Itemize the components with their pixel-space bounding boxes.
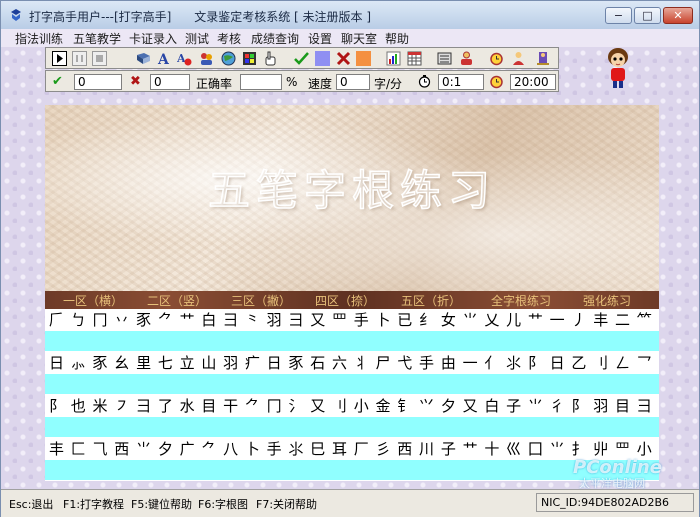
menu-help[interactable]: 帮助	[385, 30, 409, 47]
practice-input-line-1[interactable]	[45, 331, 659, 351]
maximize-button[interactable]: □	[634, 7, 661, 24]
practice-prompt-line-1: 𠂆 ㄅ 冂 丷 豕 ⺈ 艹 白 ⺕ ⺀ 羽 彐 又 罒 手 卜 已 纟 女 ⺌ …	[49, 311, 659, 329]
menu-test[interactable]: 测试	[185, 30, 209, 47]
speed-unit: 字/分	[374, 77, 403, 91]
time-limit-field: 20:00	[510, 74, 556, 90]
banner-image: 五笔字根练习	[45, 105, 659, 291]
svg-text:A: A	[177, 52, 186, 65]
wrong-count-field: 0	[150, 74, 190, 90]
app-logo-icon	[11, 9, 21, 21]
cross-icon[interactable]	[336, 51, 351, 66]
speed-label: 速度	[308, 77, 333, 91]
status-bar: Esc:退出 F1:打字教程 F5:键位帮助 F6:字根图 F7:关闭帮助 NI…	[1, 489, 699, 517]
stop-icon[interactable]	[92, 51, 107, 66]
play-icon[interactable]	[52, 51, 67, 66]
accuracy-field	[240, 74, 282, 90]
bar-chart-icon[interactable]	[386, 51, 401, 66]
menu-exam[interactable]: 考核	[217, 30, 241, 47]
alarm-clock-icon[interactable]	[489, 51, 504, 66]
accuracy-label: 正确率	[196, 77, 233, 91]
film-icon[interactable]	[242, 51, 257, 66]
tab-all-radicals-practice[interactable]: 全字根练习	[491, 292, 551, 309]
menu-score-query[interactable]: 成绩查询	[251, 30, 299, 47]
people-icon[interactable]	[199, 51, 214, 66]
practice-input-line-2[interactable]	[45, 374, 659, 394]
menu-wubi-teaching[interactable]: 五笔教学	[73, 30, 121, 47]
status-nic-id: NIC_ID:94DE802AD2B6	[536, 493, 694, 512]
practice-input-line-4[interactable]	[45, 460, 659, 480]
menu-bar: 指法训练 五笔教学 卡证录入 测试 考核 成绩查询 设置 聊天室 帮助	[1, 29, 699, 47]
close-button[interactable]: ✕	[663, 7, 693, 24]
users-icon[interactable]	[459, 51, 474, 66]
text-settings-icon[interactable]: A	[177, 51, 192, 66]
practice-area: 𠂆 ㄅ 冂 丷 豕 ⺈ 艹 白 ⺕ ⺀ 羽 彐 又 罒 手 卜 已 纟 女 ⺌ …	[45, 309, 659, 481]
maximize-icon: □	[642, 9, 653, 22]
minimize-button[interactable]: −	[605, 7, 632, 24]
close-icon: ✕	[673, 9, 683, 22]
menu-fingering-training[interactable]: 指法训练	[15, 30, 63, 47]
mascot-avatar	[608, 48, 628, 88]
tab-zone-4-right-falling[interactable]: 四区（捺）	[315, 292, 375, 309]
tab-intensive-practice[interactable]: 强化练习	[583, 292, 631, 309]
menu-settings[interactable]: 设置	[308, 30, 332, 47]
app-window: 打字高手用户---[打字高手] 文录鉴定考核系统 [ 未注册版本 ] − □ ✕…	[0, 0, 700, 517]
tab-zone-3-left-falling[interactable]: 三区（撇）	[231, 292, 291, 309]
status-esc-exit: Esc:退出	[9, 498, 54, 511]
banner-title: 五笔字根练习	[207, 165, 496, 216]
svg-text:A: A	[157, 52, 170, 66]
percent-unit: %	[286, 75, 298, 89]
keyboard-icon[interactable]	[437, 51, 452, 66]
orange-square-icon[interactable]	[356, 51, 371, 66]
minimize-icon: −	[613, 9, 624, 22]
stats-bar: ✔ 0 ✖ 0 正确率 % 速度 0 字/分 0:1 20:00	[45, 70, 559, 92]
menu-chat-room[interactable]: 聊天室	[341, 30, 377, 47]
practice-prompt-line-4: 丰 匚 ⺄ 西 ⺌ 夕 广 ⺈ 八 卜 手 ⺢ 巳 耳 厂 彡 西 川 子 艹 …	[49, 440, 659, 458]
alarm-clock-icon	[490, 75, 503, 89]
title-bar: 打字高手用户---[打字高手] 文录鉴定考核系统 [ 未注册版本 ] − □ ✕	[1, 1, 699, 30]
timer-icon	[418, 75, 431, 88]
zone-tab-bar: 一区（横） 二区（竖） 三区（撇） 四区（捺） 五区（折） 全字根练习 强化练习	[45, 291, 659, 309]
wrong-cross-icon: ✖	[130, 74, 141, 89]
blue-square-icon[interactable]	[315, 51, 330, 66]
practice-input-line-3[interactable]	[45, 417, 659, 437]
speed-field: 0	[336, 74, 370, 90]
menu-card-entry[interactable]: 卡证录入	[129, 30, 177, 47]
font-icon[interactable]: A	[157, 51, 172, 66]
hand-pointer-icon[interactable]	[263, 51, 278, 66]
window-title: 打字高手用户---[打字高手] 文录鉴定考核系统 [ 未注册版本 ]	[29, 10, 372, 24]
toolbar: A A	[45, 47, 559, 69]
status-f1-tutorial: F1:打字教程	[63, 498, 125, 511]
status-f6-radical-chart: F6:字根图	[198, 498, 249, 511]
tab-zone-1-horizontal[interactable]: 一区（横）	[63, 292, 123, 309]
person-icon[interactable]	[511, 51, 526, 66]
tab-zone-2-vertical[interactable]: 二区（竖）	[147, 292, 207, 309]
checkmark-icon[interactable]	[294, 51, 309, 66]
status-f5-key-help: F5:键位帮助	[131, 498, 193, 511]
practice-prompt-line-2: 日 ⺗ 豕 ⺓ 里 七 立 山 羽 疒 日 豕 石 六 丬 尸 弋 手 由 一 …	[49, 354, 659, 372]
book-icon[interactable]	[136, 51, 151, 66]
status-f7-close-help: F7:关闭帮助	[256, 498, 318, 511]
pause-icon[interactable]	[72, 51, 87, 66]
practice-prompt-line-3: 阝 也 米 ㇇ ⺕ 了 水 目 干 ⺈ 冂 氵 又 刂 小 金 钅 ⺍ 夕 又 …	[49, 397, 659, 415]
globe-icon[interactable]	[221, 51, 236, 66]
correct-check-icon: ✔	[52, 74, 63, 89]
correct-count-field: 0	[74, 74, 122, 90]
elapsed-time-field: 0:1	[438, 74, 484, 90]
exit-icon[interactable]	[536, 51, 551, 66]
table-icon[interactable]	[407, 51, 422, 66]
tab-zone-5-turning[interactable]: 五区（折）	[401, 292, 461, 309]
